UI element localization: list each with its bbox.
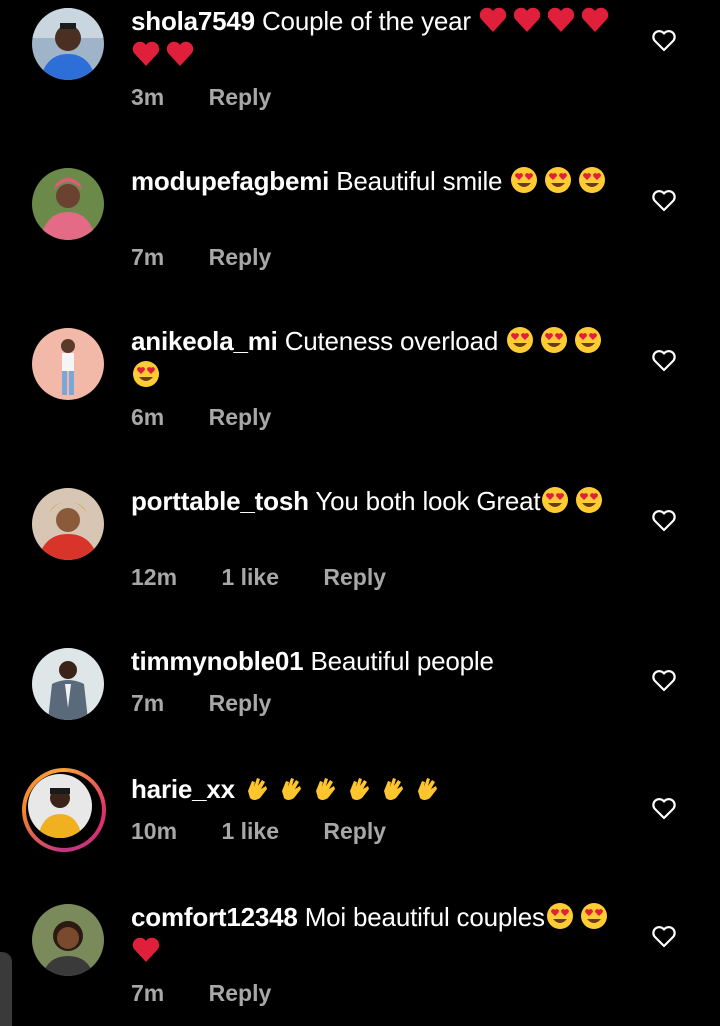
avatar[interactable]	[32, 8, 104, 80]
comment-timestamp: 7m	[131, 244, 165, 270]
like-heart-icon[interactable]	[650, 26, 678, 54]
reply-button[interactable]: Reply	[209, 980, 272, 1006]
comment-text: Cuteness overload	[284, 326, 499, 356]
avatar[interactable]	[32, 904, 104, 976]
comment-text: You both look Great	[315, 486, 541, 516]
reply-button[interactable]: Reply	[323, 564, 386, 590]
clapping-hands-icon	[378, 773, 408, 803]
comment-text: Beautiful people	[310, 646, 494, 676]
heart-eyes-icon	[543, 165, 573, 195]
comment-timestamp: 7m	[131, 980, 165, 1006]
heart-eyes-icon	[131, 359, 161, 389]
red-heart-icon	[580, 5, 610, 35]
heart-eyes-icon	[577, 165, 607, 195]
comment-timestamp: 7m	[131, 690, 165, 716]
heart-eyes-icon	[540, 485, 570, 515]
comment-body: anikeola_mi Cuteness overload	[131, 324, 621, 392]
heart-eyes-icon	[509, 165, 539, 195]
likes-count[interactable]: 1 like	[221, 564, 279, 590]
comment-timestamp: 3m	[131, 84, 165, 110]
heart-eyes-icon	[579, 901, 609, 931]
comment-timestamp: 12m	[131, 564, 178, 590]
clapping-hands-icon	[412, 773, 442, 803]
comment-body: timmynoble01 Beautiful people	[131, 644, 621, 678]
comment-body: porttable_tosh You both look Great	[131, 484, 621, 518]
like-heart-icon[interactable]	[650, 666, 678, 694]
comment-body: harie_xx	[131, 772, 621, 806]
clapping-hands-icon	[276, 773, 306, 803]
like-heart-icon[interactable]	[650, 506, 678, 534]
heart-eyes-icon	[574, 485, 604, 515]
comment-timestamp: 10m	[131, 818, 178, 844]
comment-username[interactable]: comfort12348	[131, 902, 298, 932]
avatar[interactable]	[32, 648, 104, 720]
red-heart-icon	[131, 935, 161, 965]
heart-eyes-icon	[505, 325, 535, 355]
edge-swipe-handle[interactable]	[0, 952, 12, 1026]
likes-count[interactable]: 1 like	[221, 818, 279, 844]
like-heart-icon[interactable]	[650, 922, 678, 950]
reply-button[interactable]: Reply	[209, 404, 272, 430]
red-heart-icon	[478, 5, 508, 35]
red-heart-icon	[165, 39, 195, 69]
comment-username[interactable]: timmynoble01	[131, 646, 304, 676]
clapping-hands-icon	[344, 773, 374, 803]
comment-username[interactable]: anikeola_mi	[131, 326, 278, 356]
heart-eyes-icon	[573, 325, 603, 355]
comment-username[interactable]: harie_xx	[131, 774, 235, 804]
like-heart-icon[interactable]	[650, 186, 678, 214]
story-ring[interactable]	[22, 768, 106, 852]
comment-username[interactable]: shola7549	[131, 6, 255, 36]
reply-button[interactable]: Reply	[323, 818, 386, 844]
heart-eyes-icon	[539, 325, 569, 355]
clapping-hands-icon	[242, 773, 272, 803]
red-heart-icon	[512, 5, 542, 35]
reply-button[interactable]: Reply	[209, 690, 272, 716]
comment-username[interactable]: porttable_tosh	[131, 486, 309, 516]
comment-text: Beautiful smile	[336, 166, 503, 196]
heart-eyes-icon	[545, 901, 575, 931]
reply-button[interactable]: Reply	[209, 84, 272, 110]
avatar[interactable]	[32, 168, 104, 240]
like-heart-icon[interactable]	[650, 346, 678, 374]
like-heart-icon[interactable]	[650, 794, 678, 822]
comment-body: modupefagbemi Beautiful smile	[131, 164, 621, 198]
avatar[interactable]	[28, 774, 92, 838]
comment-text: Moi beautiful couples	[304, 902, 545, 932]
clapping-hands-icon	[310, 773, 340, 803]
red-heart-icon	[131, 39, 161, 69]
avatar[interactable]	[32, 328, 104, 400]
reply-button[interactable]: Reply	[209, 244, 272, 270]
comment-username[interactable]: modupefagbemi	[131, 166, 329, 196]
comment-timestamp: 6m	[131, 404, 165, 430]
comment-body: shola7549 Couple of the year	[131, 4, 621, 72]
red-heart-icon	[546, 5, 576, 35]
avatar[interactable]	[32, 488, 104, 560]
comment-text: Couple of the year	[261, 6, 471, 36]
comment-body: comfort12348 Moi beautiful couples	[131, 900, 621, 968]
